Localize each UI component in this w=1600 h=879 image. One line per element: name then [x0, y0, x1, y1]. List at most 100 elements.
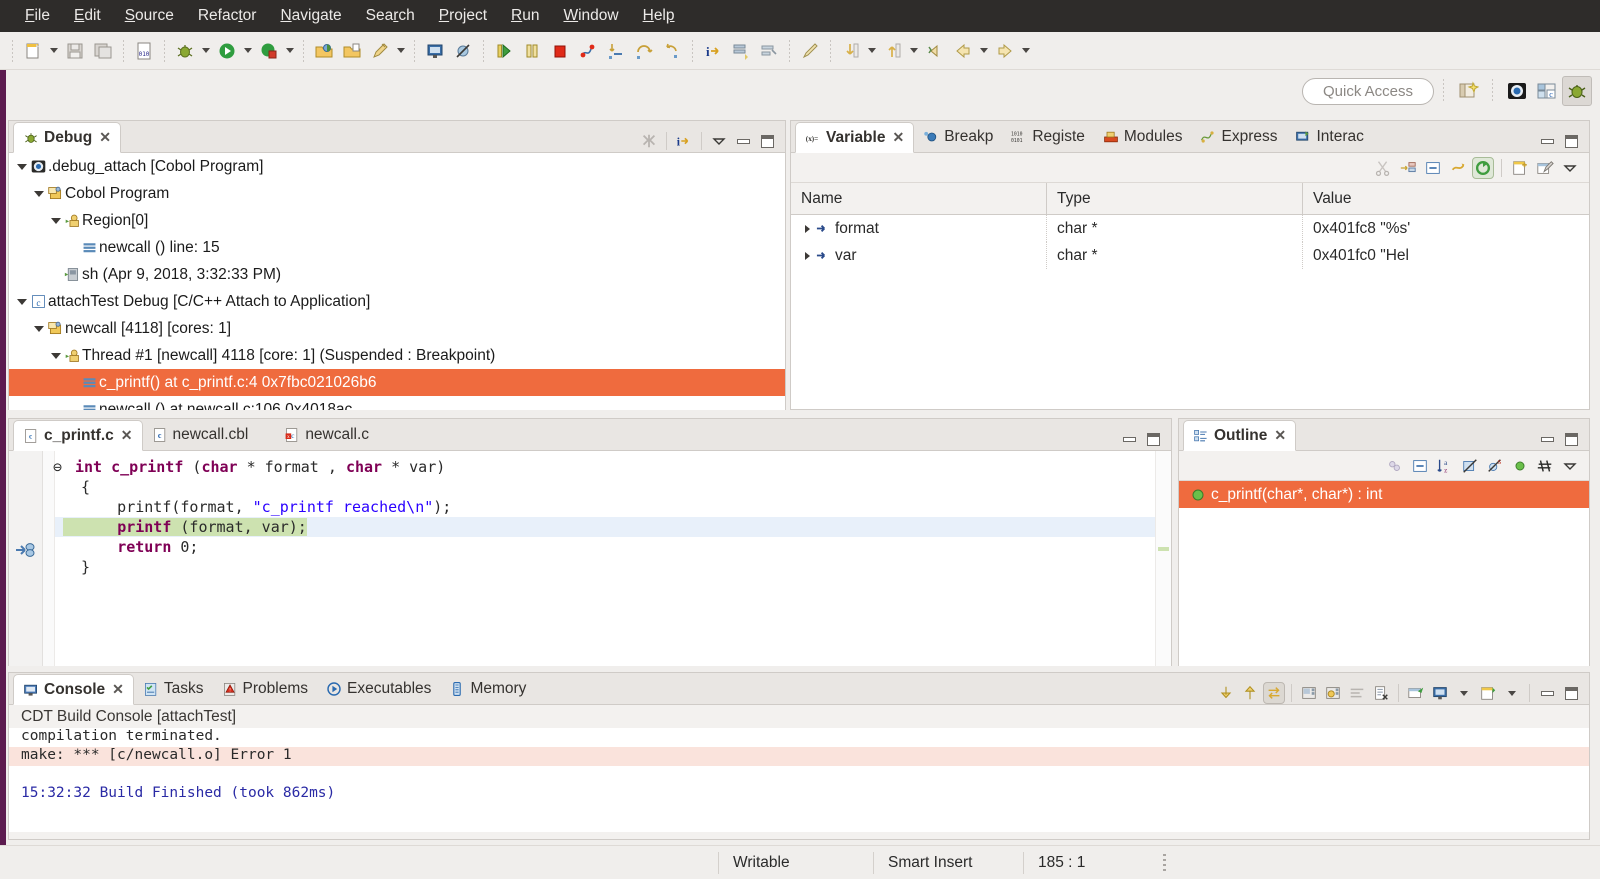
- editor-overview-ruler[interactable]: [1155, 451, 1171, 666]
- save-button[interactable]: [61, 37, 89, 65]
- close-icon[interactable]: ✕: [1274, 427, 1286, 444]
- perspective-c-cpp[interactable]: c: [1532, 76, 1562, 106]
- console-monitor-button[interactable]: [421, 37, 449, 65]
- menu-item-search[interactable]: Search: [355, 4, 426, 28]
- variables-table-row[interactable]: format char *0x401fc8 "%s': [791, 215, 1589, 242]
- status-resize-grip[interactable]: [1163, 854, 1166, 872]
- refresh-button[interactable]: [1472, 157, 1494, 179]
- forward-dropdown[interactable]: [1019, 37, 1033, 65]
- code-line[interactable]: return 0;: [55, 537, 1155, 557]
- menu-item-source[interactable]: Source: [114, 4, 185, 28]
- variables-table[interactable]: Name Type Value format char *0x401fc8 "%…: [791, 183, 1589, 409]
- maximize-button[interactable]: [1560, 682, 1582, 704]
- step-return-button[interactable]: [658, 37, 686, 65]
- back-button[interactable]: [949, 37, 977, 65]
- hide-non-public-button[interactable]: [1509, 455, 1531, 477]
- focus-on-active-task-button[interactable]: [1384, 455, 1406, 477]
- new-wizard-button[interactable]: [19, 37, 47, 65]
- column-header-type[interactable]: Type: [1047, 183, 1303, 215]
- perspective-cobol[interactable]: [1562, 76, 1592, 106]
- display-selected-console-button[interactable]: [1429, 682, 1451, 704]
- debug-tree-row[interactable]: newcall () at newcall.c:106 0x4018ac: [9, 396, 785, 410]
- close-icon[interactable]: ✕: [112, 681, 124, 698]
- tab-breakp[interactable]: Breakp: [914, 121, 1002, 152]
- tab-debug[interactable]: Debug ✕: [13, 122, 121, 153]
- run-button[interactable]: [213, 37, 241, 65]
- collapse-all-button[interactable]: [1409, 455, 1431, 477]
- toggle-console-button[interactable]: [1263, 682, 1285, 704]
- view-menu-button[interactable]: [708, 130, 730, 152]
- open-type-button[interactable]: [338, 37, 366, 65]
- pencil-dropdown[interactable]: [394, 37, 408, 65]
- debug-tree-row[interactable]: newcall () line: 15: [9, 234, 785, 261]
- close-icon[interactable]: ✕: [99, 129, 111, 146]
- minimize-button[interactable]: [1536, 130, 1558, 152]
- cut-variable-button[interactable]: [1372, 157, 1394, 179]
- new-detail-pane-button[interactable]: [1509, 157, 1531, 179]
- debug-tree[interactable]: .debug_attach [Cobol Program]Cobol Progr…: [9, 153, 785, 410]
- debug-tree-row[interactable]: .debug_attach [Cobol Program]: [9, 153, 785, 180]
- tree-expander[interactable]: [801, 252, 814, 260]
- forward-button[interactable]: [991, 37, 1019, 65]
- suspend-button[interactable]: [518, 37, 546, 65]
- tab-modules[interactable]: Modules: [1094, 121, 1192, 152]
- perspective-debug[interactable]: [1502, 76, 1532, 106]
- step-into-button[interactable]: [602, 37, 630, 65]
- code-line[interactable]: printf(format, "c_printf reached\n");: [55, 497, 1155, 517]
- word-wrap-button[interactable]: [1346, 682, 1368, 704]
- debug-button[interactable]: [171, 37, 199, 65]
- outline-tree[interactable]: c_printf(char*, char*) : int: [1179, 481, 1589, 666]
- step-over-button[interactable]: [630, 37, 658, 65]
- close-icon[interactable]: ✕: [892, 129, 904, 146]
- previous-annotation-button[interactable]: [879, 37, 907, 65]
- last-edit-button[interactable]: [796, 37, 824, 65]
- new-wizard-dropdown[interactable]: [47, 37, 61, 65]
- open-console-button[interactable]: [1477, 682, 1499, 704]
- skip-breakpoints-button[interactable]: [449, 37, 477, 65]
- tab-problems[interactable]: !Problems: [213, 673, 317, 704]
- pencil-button[interactable]: [366, 37, 394, 65]
- minimize-button[interactable]: [1536, 682, 1558, 704]
- next-annotation-dropdown[interactable]: [865, 37, 879, 65]
- coverage-button[interactable]: [255, 37, 283, 65]
- debug-tree-row-selected[interactable]: c_printf() at c_printf.c:4 0x7fbc021026b…: [9, 369, 785, 396]
- pin-console-button[interactable]: [1405, 682, 1427, 704]
- close-icon[interactable]: ✕: [121, 427, 133, 444]
- tree-expander[interactable]: [801, 225, 814, 233]
- coverage-dropdown[interactable]: [283, 37, 297, 65]
- menu-item-help[interactable]: Help: [632, 4, 686, 28]
- editor-tab-newcall-c[interactable]: cxnewcall.c: [275, 419, 378, 450]
- clear-console-button[interactable]: [1298, 682, 1320, 704]
- menu-item-project[interactable]: Project: [428, 4, 498, 28]
- debug-tree-row[interactable]: cattachTest Debug [C/C++ Attach to Appli…: [9, 288, 785, 315]
- remove-console-button[interactable]: [1370, 682, 1392, 704]
- debug-tree-row[interactable]: Thread #1 [newcall] 4118 [core: 1] (Susp…: [9, 342, 785, 369]
- scroll-down-button[interactable]: [1215, 682, 1237, 704]
- code-line[interactable]: printf (format, var);: [55, 517, 1155, 537]
- code-line[interactable]: {: [55, 477, 1155, 497]
- open-perspective-button[interactable]: [1453, 76, 1483, 106]
- column-header-value[interactable]: Value: [1303, 183, 1589, 215]
- show-type-names-button[interactable]: [1397, 157, 1419, 179]
- build-button[interactable]: 010: [130, 37, 158, 65]
- edit-variable-button[interactable]: [1534, 157, 1556, 179]
- tab-interac[interactable]: Interac: [1286, 121, 1372, 152]
- debug-dropdown[interactable]: [199, 37, 213, 65]
- scroll-up-button[interactable]: [1239, 682, 1261, 704]
- fold-collapse-icon[interactable]: ⊖: [53, 457, 62, 477]
- next-annotation-button[interactable]: [837, 37, 865, 65]
- drop-to-frame-button[interactable]: [727, 37, 755, 65]
- debug-tree-row[interactable]: sh (Apr 9, 2018, 3:32:33 PM): [9, 261, 785, 288]
- code-line[interactable]: ⊖int c_printf (char * format , char * va…: [55, 457, 1155, 477]
- previous-annotation-dropdown[interactable]: [907, 37, 921, 65]
- open-console-dropdown[interactable]: [1501, 682, 1523, 704]
- tab-executables[interactable]: Executables: [317, 673, 440, 704]
- column-header-name[interactable]: Name: [791, 183, 1047, 215]
- tab-express[interactable]: Express: [1191, 121, 1286, 152]
- last-edit-location-button[interactable]: [921, 37, 949, 65]
- hide-static-button[interactable]: S: [1484, 455, 1506, 477]
- view-menu-button[interactable]: [1559, 455, 1581, 477]
- collapse-all-button[interactable]: [1422, 157, 1444, 179]
- view-menu-button[interactable]: [1559, 157, 1581, 179]
- tree-expander[interactable]: [49, 218, 62, 224]
